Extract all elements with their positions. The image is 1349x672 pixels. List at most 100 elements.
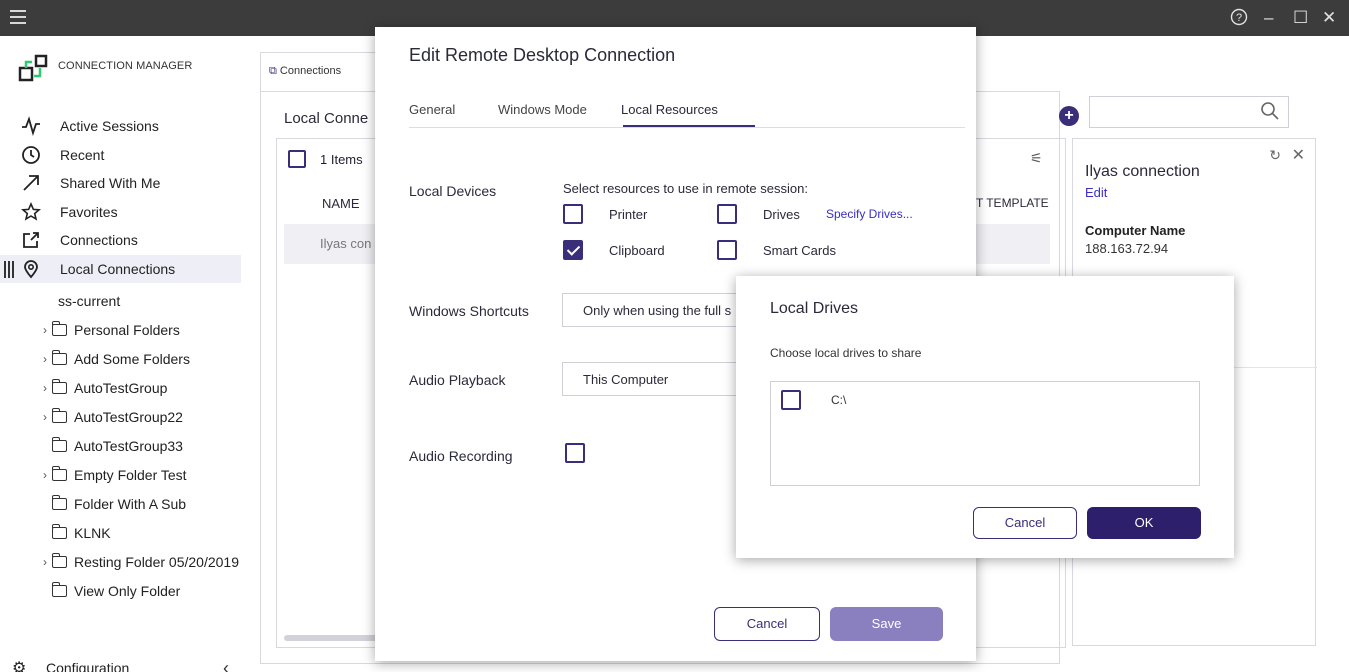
chevron-right-icon[interactable]: › [38, 381, 52, 395]
sidebar-item-active-sessions[interactable]: Active Sessions [0, 112, 241, 141]
tree-item-label: Empty Folder Test [74, 466, 187, 483]
search-icon[interactable] [1260, 101, 1280, 124]
tree-item[interactable]: View Only Folder [0, 576, 241, 605]
chevron-right-icon[interactable]: › [38, 468, 52, 482]
hamburger-menu-icon[interactable] [10, 10, 26, 24]
sidebar-item-label: Local Connections [60, 260, 176, 277]
column-header-name[interactable]: NAME [322, 196, 360, 211]
clipboard-checkbox[interactable] [563, 240, 583, 260]
sidebar-item-recent[interactable]: Recent [0, 141, 241, 170]
maximize-button[interactable]: ☐ [1293, 8, 1308, 28]
sidebar-item-label: Favorites [60, 203, 118, 220]
clipboard-label: Clipboard [609, 242, 665, 258]
drives-ok-button[interactable]: OK [1087, 507, 1201, 539]
minimize-button[interactable]: – [1264, 8, 1273, 28]
folder-icon [51, 436, 67, 452]
add-connection-button[interactable]: + [1059, 106, 1079, 126]
close-window-button[interactable]: ✕ [1322, 8, 1336, 28]
tree-item[interactable]: › Add Some Folders [0, 344, 241, 373]
audio-playback-value: This Computer [583, 372, 669, 387]
chevron-right-icon[interactable]: › [38, 410, 52, 424]
select-resources-text: Select resources to use in remote sessio… [563, 181, 808, 196]
close-icon[interactable]: ✕ [1292, 145, 1305, 165]
tree-item[interactable]: › AutoTestGroup22 [0, 402, 241, 431]
tree-item[interactable]: › AutoTestGroup [0, 373, 241, 402]
brand-logo-icon [18, 54, 50, 86]
tabs-divider [409, 127, 965, 128]
select-all-checkbox[interactable] [288, 150, 306, 168]
modal-title: Edit Remote Desktop Connection [409, 45, 676, 65]
sidebar-item-favorites[interactable]: Favorites [0, 198, 241, 227]
chevron-right-icon[interactable]: › [38, 555, 52, 569]
sidebar-item-connections[interactable]: Connections [0, 226, 241, 255]
computer-name-value: 188.163.72.94 [1085, 241, 1169, 256]
save-button[interactable]: Save [830, 607, 943, 641]
tree-item[interactable]: › Resting Folder 05/20/2019 [0, 547, 241, 576]
tree-item-label: Folder With A Sub [74, 495, 187, 512]
chevron-right-icon[interactable]: › [38, 323, 52, 337]
windows-shortcuts-value: Only when using the full s [583, 303, 732, 318]
gear-icon: ⚙ [12, 660, 27, 672]
refresh-icon[interactable]: ↻ [1269, 147, 1281, 164]
help-circle-icon[interactable]: ? [1230, 8, 1248, 31]
chevron-right-icon[interactable]: › [38, 352, 52, 366]
sidebar-item-label: Connections [60, 232, 138, 249]
tab-connections[interactable]: ⧉ Connections [260, 52, 380, 92]
drives-checkbox[interactable] [717, 204, 737, 224]
sidebar-item-shared-with-me[interactable]: Shared With Me [0, 169, 241, 198]
location-pin-icon [20, 258, 42, 280]
smart-cards-checkbox[interactable] [717, 240, 737, 260]
search-input[interactable] [1089, 96, 1289, 128]
list-item[interactable]: C:\ [781, 390, 846, 410]
detail-title: Ilyas connection [1085, 163, 1200, 180]
folder-icon [51, 407, 67, 423]
external-link-icon [20, 229, 42, 251]
tree-item[interactable]: › Personal Folders [0, 315, 241, 344]
printer-option[interactable]: Printer [563, 204, 647, 224]
drives-label: Drives [763, 206, 800, 222]
modal-tabs: General Windows Mode Local Resources [409, 102, 965, 128]
smart-cards-label: Smart Cards [763, 242, 836, 258]
drive-checkbox[interactable] [781, 390, 801, 410]
drives-list: C:\ [770, 381, 1200, 486]
column-header-template[interactable]: T TEMPLATE [976, 196, 1049, 210]
audio-recording-checkbox[interactable] [565, 443, 585, 463]
detail-edit-link[interactable]: Edit [1085, 185, 1107, 200]
tree-root[interactable]: ss-current [0, 286, 241, 315]
horizontal-scrollbar[interactable] [284, 635, 380, 641]
clipboard-option[interactable]: Clipboard [563, 240, 665, 260]
tab-local-resources[interactable]: Local Resources [621, 102, 718, 117]
external-link-icon: ⧉ [269, 65, 277, 77]
specify-drives-link[interactable]: Specify Drives... [826, 207, 913, 221]
configuration-label: Configuration [46, 660, 130, 672]
sidebar-nav: Active Sessions Recent Shared With Me Fa… [0, 112, 241, 283]
tree-item-label: Add Some Folders [74, 350, 190, 367]
tree-root-label: ss-current [58, 292, 121, 309]
tree-item[interactable]: KLNK [0, 518, 241, 547]
svg-text:?: ? [1236, 12, 1242, 24]
folder-icon [51, 465, 67, 481]
sidebar-item-local-connections[interactable]: Local Connections [0, 254, 241, 283]
tree-item[interactable]: AutoTestGroup33 [0, 431, 241, 460]
tree-item[interactable]: › Empty Folder Test [0, 460, 241, 489]
sidebar: CONNECTION MANAGER Active Sessions Recen… [0, 36, 241, 672]
tab-general[interactable]: General [409, 102, 455, 117]
brand-name: CONNECTION MANAGER [58, 60, 193, 72]
drives-option[interactable]: Drives [717, 204, 800, 224]
drives-cancel-button[interactable]: Cancel [973, 507, 1077, 539]
tree-item-label: Personal Folders [74, 321, 180, 338]
printer-checkbox[interactable] [563, 204, 583, 224]
tree-item[interactable]: Folder With A Sub [0, 489, 241, 518]
smart-cards-option[interactable]: Smart Cards [717, 240, 836, 260]
tab-windows-mode[interactable]: Windows Mode [498, 102, 587, 117]
sidebar-item-label: Active Sessions [60, 118, 159, 135]
folder-icon [51, 552, 67, 568]
folder-icon [51, 320, 67, 336]
configuration-item[interactable]: ⚙ Configuration ‹ [0, 654, 241, 672]
audio-playback-label: Audio Playback [409, 372, 506, 388]
row-name: Ilyas con [320, 236, 372, 251]
filter-settings-icon[interactable]: ⚟ [1030, 150, 1043, 167]
cancel-button[interactable]: Cancel [714, 607, 820, 641]
collapse-sidebar-icon[interactable]: ‹ [223, 658, 229, 672]
tree-item-label: AutoTestGroup22 [74, 408, 183, 425]
